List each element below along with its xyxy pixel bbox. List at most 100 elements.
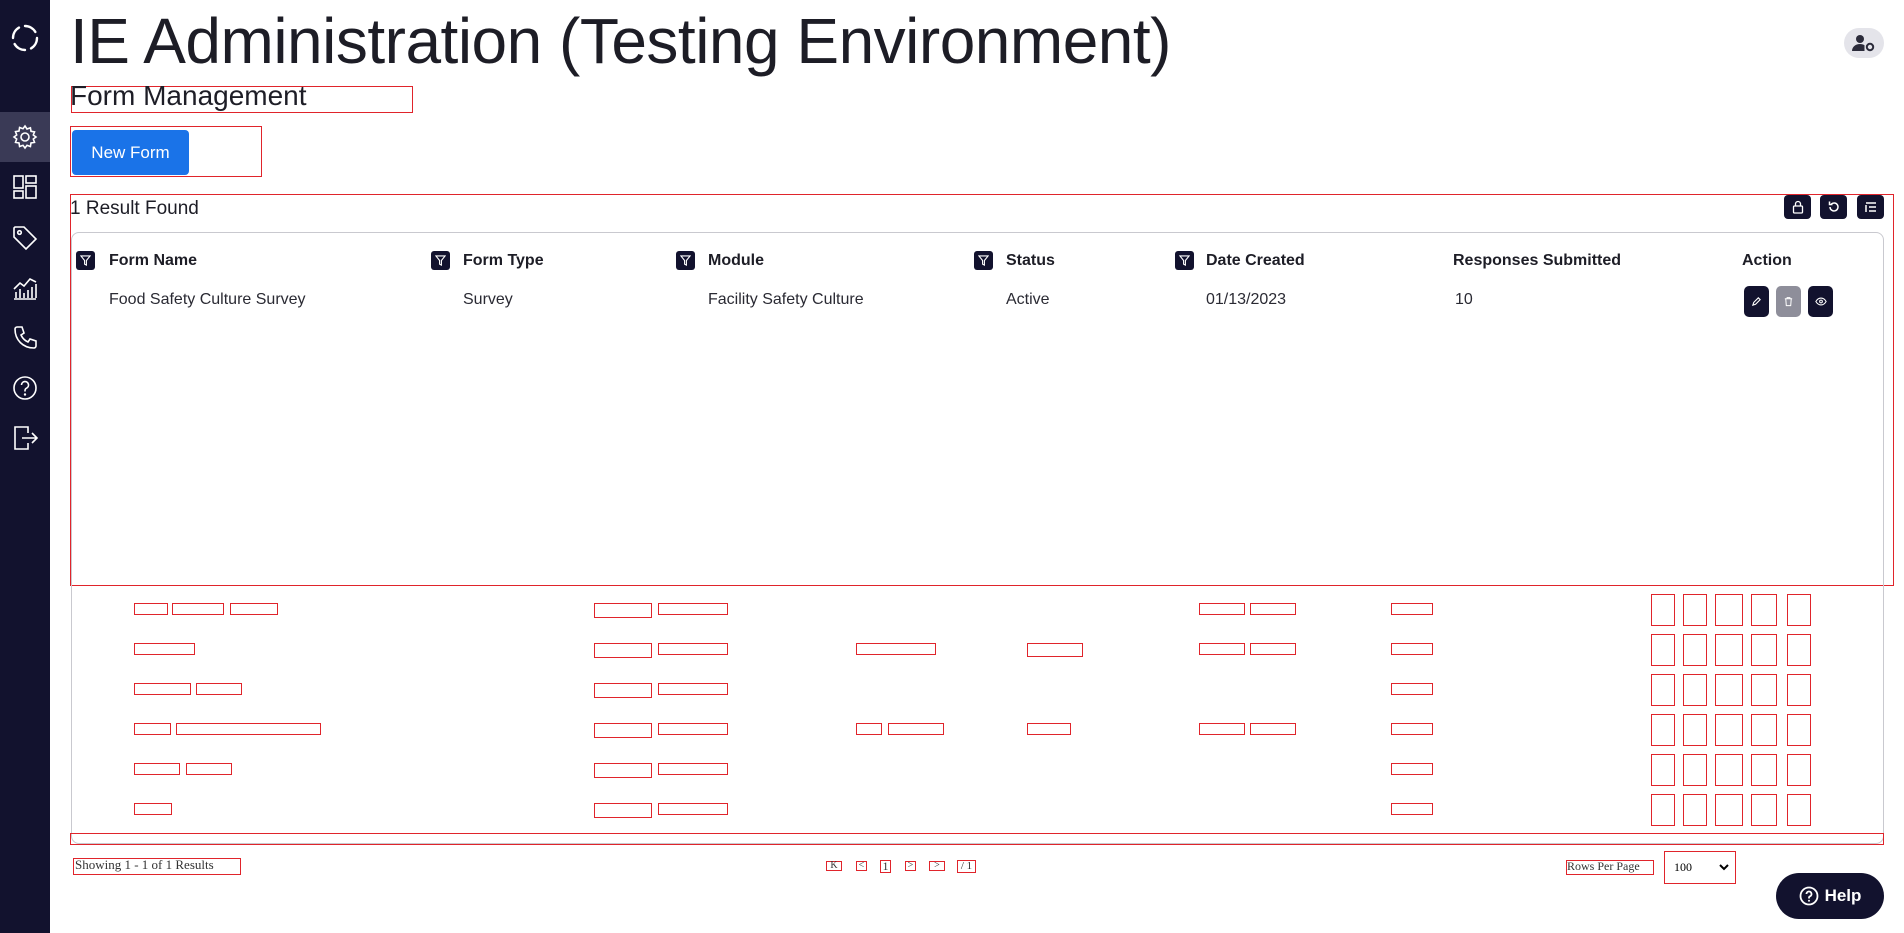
refresh-button[interactable] [1820,195,1847,219]
debug-outline [1787,674,1811,706]
filter-module-button[interactable] [676,251,695,270]
debug-outline [1199,603,1245,615]
lock-button[interactable] [1784,195,1811,219]
rows-per-page-select[interactable]: 100 [1670,858,1732,876]
debug-outline [1250,723,1296,735]
column-header: Status [1006,252,1055,269]
debug-outline [856,723,882,735]
debug-outline [134,683,191,695]
pager-last[interactable]: > [929,860,945,871]
debug-outline [230,603,278,615]
debug-outline [1715,674,1743,706]
filter-icon [680,255,691,266]
dashboard-icon [13,175,37,199]
debug-outline [1751,794,1777,826]
debug-outline [134,603,168,615]
debug-outline [1787,594,1811,626]
debug-outline [1683,794,1707,826]
sidebar-item-settings[interactable] [0,112,50,162]
sidebar-item-help[interactable] [0,363,50,413]
debug-outline [172,603,224,615]
debug-outline [594,803,652,818]
filter-date-created-button[interactable] [1175,251,1194,270]
pager-prev[interactable]: < [856,860,867,871]
section-title: Form Management [70,80,307,111]
debug-outline [1391,683,1433,695]
debug-outline [658,803,728,815]
debug-outline [1027,643,1083,657]
filter-form-type-button[interactable] [431,251,450,270]
debug-outline [1787,754,1811,786]
debug-outline [1651,794,1675,826]
phone-icon [14,326,37,349]
debug-outline [1683,634,1707,666]
refresh-icon [1828,201,1839,212]
debug-outline [1751,674,1777,706]
debug-outline [1715,594,1743,626]
debug-outline [1715,794,1743,826]
pager-current[interactable]: 1 [880,859,891,874]
cell-form-name[interactable]: Food Safety Culture Survey [109,291,306,309]
tag-icon [13,226,38,251]
forms-table [71,232,1884,844]
pager-first[interactable]: K [826,860,842,871]
debug-outline [1715,754,1743,786]
debug-outline [186,763,232,775]
filter-icon [978,255,989,266]
debug-outline [1715,634,1743,666]
column-header: Module [708,252,764,269]
debug-outline [1651,714,1675,746]
user-settings-button[interactable] [1844,28,1884,58]
delete-button[interactable] [1776,286,1801,317]
debug-outline [176,723,321,735]
column-header: Date Created [1206,252,1305,269]
sidebar-item-tags[interactable] [0,213,50,263]
column-header: Form Name [109,252,198,269]
help-button[interactable]: Help [1776,873,1884,919]
filter-form-name-button[interactable] [76,251,95,270]
debug-outline [658,763,728,775]
debug-outline [1250,643,1296,655]
debug-outline [1027,723,1071,735]
sidebar-item-contact[interactable] [0,313,50,363]
debug-outline [594,763,652,778]
pager-next[interactable]: > [905,860,916,871]
debug-outline [134,803,172,815]
column-header: Form Type [463,252,544,269]
column-header: Responses Submitted [1453,252,1622,269]
sidebar-item-logout[interactable] [0,413,50,463]
filter-status-button[interactable] [974,251,993,270]
debug-outline [1391,803,1433,815]
columns-icon [1864,202,1876,212]
debug-outline [888,723,944,735]
question-icon [1799,886,1818,906]
debug-outline [594,723,652,738]
view-button[interactable] [1808,286,1833,317]
page-title: IE Administration (Testing Environment) [70,5,1171,77]
debug-outline [1391,643,1433,655]
debug-outline [1683,674,1707,706]
eye-icon [1814,297,1827,306]
filter-icon [1179,255,1190,266]
cell-status: Active [1006,291,1050,308]
cell-module: Facility Safety Culture [708,291,864,308]
question-icon [13,376,37,400]
debug-outline [1787,714,1811,746]
debug-outline [1250,603,1296,615]
debug-outline [1787,794,1811,826]
ring-logo-icon[interactable] [9,22,41,54]
debug-outline [134,643,195,655]
cell-responses: 10 [1455,291,1473,308]
debug-outline [1391,723,1433,735]
new-form-button[interactable]: New Form [72,130,189,175]
filter-icon [435,255,446,266]
debug-outline [658,603,728,615]
sidebar-item-analytics[interactable] [0,263,50,313]
logout-icon [14,426,39,450]
columns-button[interactable] [1857,195,1884,219]
edit-button[interactable] [1744,286,1769,317]
debug-outline [70,833,1884,845]
debug-outline [1651,674,1675,706]
sidebar-item-dashboard[interactable] [0,162,50,212]
cell-date-created: 01/13/2023 [1206,291,1287,308]
